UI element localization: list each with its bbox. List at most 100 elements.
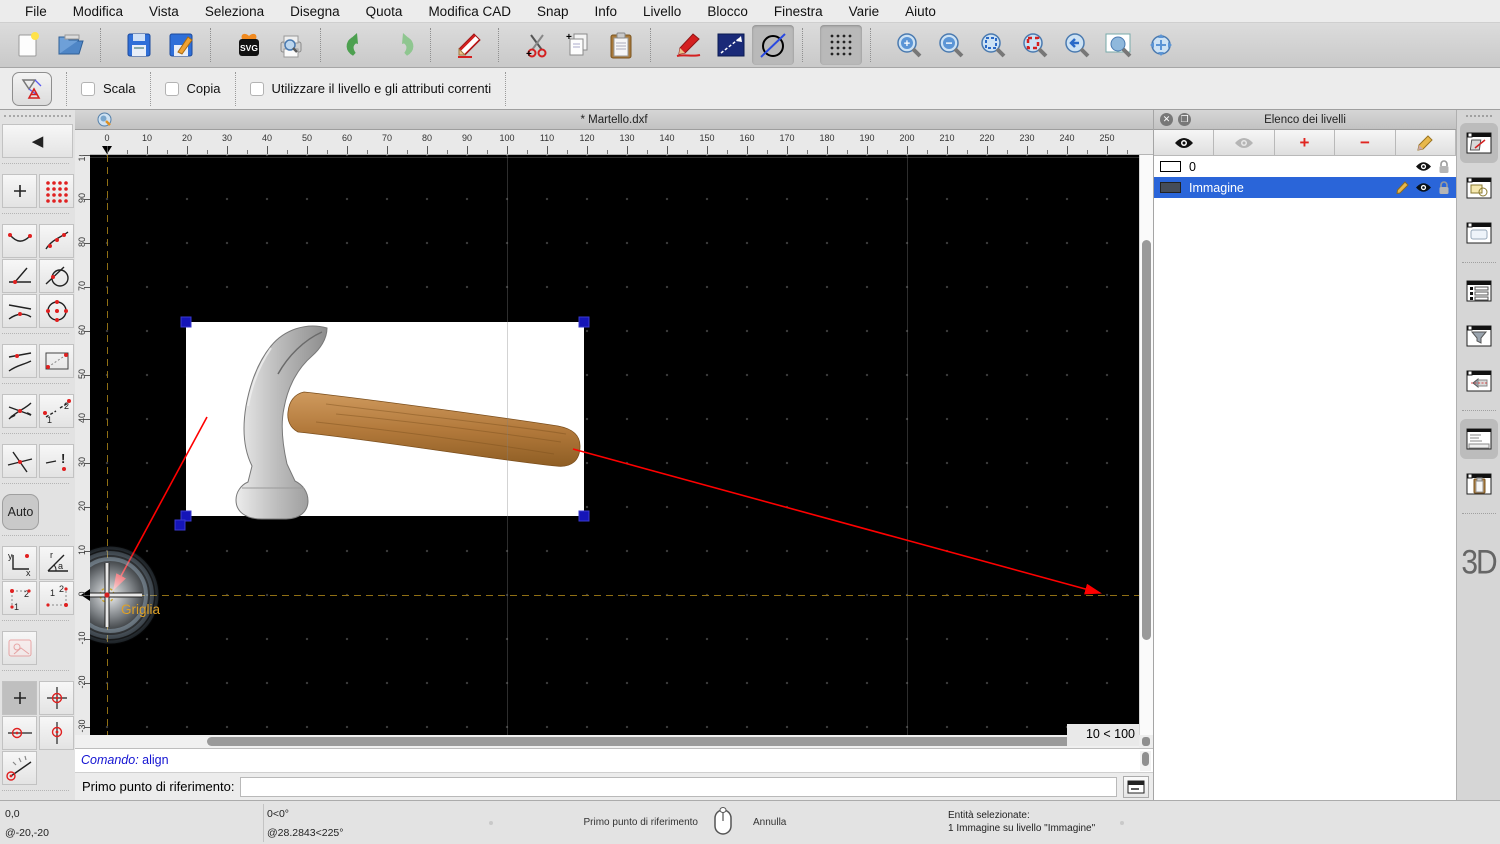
library-browser-panel-button[interactable] bbox=[1460, 213, 1498, 253]
line-box-button[interactable] bbox=[710, 25, 752, 65]
snap-on-entity-button[interactable] bbox=[39, 224, 74, 258]
layers-panel-header[interactable]: ✕ ❐ Elenco dei livelli bbox=[1154, 110, 1456, 130]
menu-item-quota[interactable]: Quota bbox=[353, 4, 416, 19]
coordinate-polar-button[interactable]: ra bbox=[39, 546, 74, 580]
menu-item-modifica[interactable]: Modifica bbox=[60, 4, 136, 19]
coordinate-cartesian-button[interactable]: yx bbox=[2, 546, 37, 580]
clipboard-panel-button[interactable] bbox=[1460, 464, 1498, 504]
selection-filter-panel-button[interactable] bbox=[1460, 316, 1498, 356]
snap-tangent-button[interactable] bbox=[39, 259, 74, 293]
use-current-layer-checkbox[interactable]: Utilizzare il livello e gli attributi co… bbox=[250, 81, 492, 96]
relative-point-21-button[interactable]: 12 bbox=[39, 581, 74, 615]
command-panel-button[interactable] bbox=[1123, 776, 1149, 798]
checkbox-box[interactable] bbox=[81, 82, 95, 96]
paste-button[interactable] bbox=[600, 25, 642, 65]
cut-button[interactable]: + bbox=[516, 25, 558, 65]
menu-item-finestra[interactable]: Finestra bbox=[761, 4, 836, 19]
menu-item-blocco[interactable]: Blocco bbox=[694, 4, 761, 19]
menu-item-snap[interactable]: Snap bbox=[524, 4, 582, 19]
layer-row-0[interactable]: 0 bbox=[1154, 156, 1456, 177]
edit-layer-button[interactable] bbox=[1396, 130, 1456, 156]
layer-color-swatch[interactable] bbox=[1160, 182, 1181, 193]
snap-grid-button[interactable] bbox=[39, 174, 74, 208]
dock-handle[interactable] bbox=[1466, 115, 1492, 117]
draw-pencil-button[interactable] bbox=[448, 25, 490, 65]
checkbox-box[interactable] bbox=[250, 82, 264, 96]
auto-snap-button[interactable]: Auto bbox=[2, 494, 39, 530]
menu-item-varie[interactable]: Varie bbox=[836, 4, 893, 19]
menu-item-livello[interactable]: Livello bbox=[630, 4, 694, 19]
zoom-in-button[interactable]: + bbox=[888, 25, 930, 65]
zoom-auto-button[interactable] bbox=[972, 25, 1014, 65]
ellipse-tool-button[interactable] bbox=[752, 25, 794, 65]
menu-item-info[interactable]: Info bbox=[582, 4, 631, 19]
open-file-button[interactable] bbox=[50, 25, 92, 65]
snap-reference-button[interactable] bbox=[39, 344, 74, 378]
restrict-horizontal-button[interactable] bbox=[2, 716, 37, 750]
drawing-canvas[interactable]: Griglia bbox=[90, 155, 1139, 735]
show-all-layers-button[interactable] bbox=[1154, 130, 1214, 156]
horizontal-scrollbar-thumb[interactable] bbox=[207, 737, 1080, 746]
detach-icon[interactable]: ❐ bbox=[1178, 113, 1191, 126]
snap-free-button[interactable] bbox=[2, 174, 37, 208]
menu-item-file[interactable]: File bbox=[12, 4, 60, 19]
snap-endpoints-button[interactable] bbox=[2, 224, 37, 258]
hide-all-layers-button[interactable] bbox=[1214, 130, 1274, 156]
command-input[interactable] bbox=[240, 777, 1117, 797]
scala-checkbox[interactable]: Scala bbox=[81, 81, 136, 96]
zoom-window-button[interactable] bbox=[1098, 25, 1140, 65]
layer-row-icons[interactable] bbox=[1396, 181, 1456, 195]
menu-item-modifica-cad[interactable]: Modifica CAD bbox=[415, 4, 524, 19]
pan-button[interactable] bbox=[1140, 25, 1182, 65]
layer-row-icons[interactable] bbox=[1415, 160, 1456, 174]
3d-dock-label[interactable]: 3D bbox=[1461, 543, 1495, 582]
restrict-off-button[interactable] bbox=[2, 681, 37, 715]
layer-row-immagine[interactable]: Immagine bbox=[1154, 177, 1456, 198]
block-list-panel-button[interactable] bbox=[1460, 168, 1498, 208]
save-as-button[interactable] bbox=[160, 25, 202, 65]
new-file-button[interactable] bbox=[8, 25, 50, 65]
restrict-orthogonal-button[interactable] bbox=[39, 681, 74, 715]
zoom-selection-button[interactable] bbox=[1014, 25, 1056, 65]
grid-toggle-button[interactable] bbox=[820, 25, 862, 65]
svg-export-button[interactable]: SVG bbox=[228, 25, 270, 65]
horizontal-scrollbar[interactable]: 10 < 100 bbox=[75, 735, 1153, 748]
menu-item-seleziona[interactable]: Seleziona bbox=[192, 4, 277, 19]
restrict-angle-button[interactable] bbox=[2, 751, 37, 785]
command-history[interactable]: Comando: align bbox=[75, 748, 1153, 772]
snap-nearest-button[interactable] bbox=[2, 344, 37, 378]
snap-middle-button[interactable] bbox=[2, 294, 37, 328]
menu-item-vista[interactable]: Vista bbox=[136, 4, 192, 19]
command-line-panel-button[interactable] bbox=[1460, 419, 1498, 459]
document-titlebar[interactable]: * Martello.dxf bbox=[75, 110, 1153, 130]
relative-point-12-button[interactable]: 12 bbox=[2, 581, 37, 615]
image-snap-button[interactable] bbox=[2, 631, 37, 665]
history-scrollbar[interactable] bbox=[1140, 751, 1151, 771]
align-tool-button[interactable] bbox=[12, 72, 52, 106]
copia-checkbox[interactable]: Copia bbox=[165, 81, 221, 96]
print-preview-button[interactable] bbox=[270, 25, 312, 65]
undo-button[interactable] bbox=[338, 25, 380, 65]
add-layer-button[interactable]: + bbox=[1275, 130, 1335, 156]
remove-layer-button[interactable]: − bbox=[1335, 130, 1395, 156]
layer-list-panel-button[interactable] bbox=[1460, 123, 1498, 163]
snap-exclude-button[interactable]: ! bbox=[39, 444, 74, 478]
snap-intersection-auto-button[interactable] bbox=[2, 394, 37, 428]
copy-button[interactable]: + bbox=[558, 25, 600, 65]
snap-perpendicular-button[interactable] bbox=[2, 259, 37, 293]
menu-item-aiuto[interactable]: Aiuto bbox=[892, 4, 949, 19]
redo-button[interactable] bbox=[380, 25, 422, 65]
vertical-scrollbar-thumb[interactable] bbox=[1142, 240, 1151, 640]
property-editor-panel-button[interactable] bbox=[1460, 271, 1498, 311]
zoom-out-button[interactable]: − bbox=[930, 25, 972, 65]
snap-intersection-button[interactable] bbox=[2, 444, 37, 478]
snap-center-button[interactable] bbox=[39, 294, 74, 328]
save-button[interactable] bbox=[118, 25, 160, 65]
checkbox-box[interactable] bbox=[165, 82, 179, 96]
reference-panel-button[interactable] bbox=[1460, 361, 1498, 401]
restrict-vertical-button[interactable] bbox=[39, 716, 74, 750]
close-icon[interactable]: ✕ bbox=[1160, 113, 1173, 126]
snap-intersection-manual-button[interactable]: 12 bbox=[39, 394, 74, 428]
vertical-scrollbar[interactable] bbox=[1139, 155, 1153, 735]
layer-color-swatch[interactable] bbox=[1160, 161, 1181, 172]
